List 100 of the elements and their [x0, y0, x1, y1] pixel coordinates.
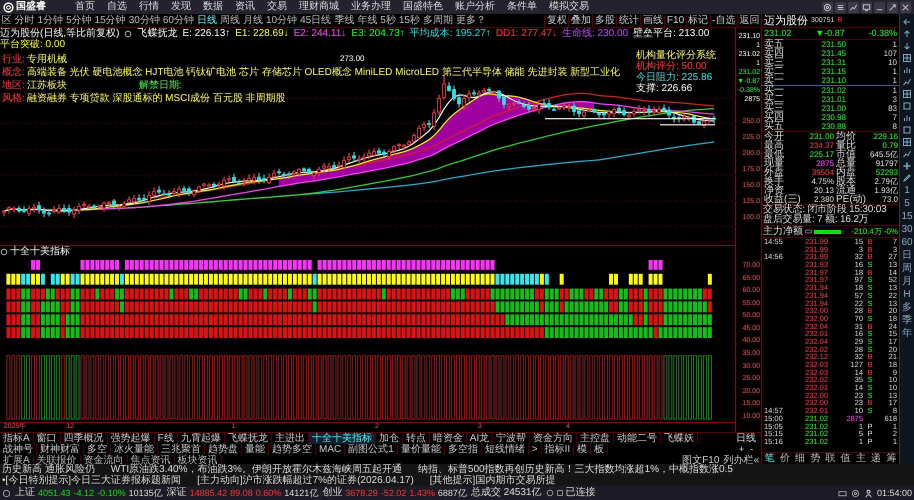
close-icon[interactable] — [901, 2, 910, 12]
panel-tab[interactable]: 联 — [825, 453, 836, 464]
period-shortcut[interactable]: 日 — [902, 250, 912, 261]
period-shortcut[interactable]: 月 — [902, 276, 912, 287]
zoom-in-button[interactable]: + — [738, 444, 744, 454]
news-item[interactable]: [主力动向]沪市涨跌幅超过7%的证券(2026.04.17) — [197, 475, 414, 486]
toolbar-button[interactable]: 叠加 — [568, 14, 592, 26]
period-tab[interactable]: 30分钟 — [127, 14, 162, 26]
period-label[interactable]: 日线 — [736, 433, 756, 444]
panel-tab[interactable]: 价 — [780, 453, 790, 464]
period-tab[interactable]: 15秒 — [397, 14, 422, 26]
indicator-tab[interactable]: 趋势多空 — [269, 444, 316, 455]
news-item[interactable]: WTI原油跌3.40%，布油跌3%。伊朗开放霍尔木兹海峡周五起开通 — [110, 464, 402, 475]
indicator-tab[interactable]: 多空指 — [444, 444, 482, 455]
square-icon[interactable] — [902, 125, 912, 135]
grid-icon[interactable] — [902, 89, 912, 99]
indicator-tab[interactable]: 量价量能 — [398, 444, 445, 455]
arrow-down-icon[interactable] — [902, 41, 912, 51]
indicator-tab[interactable]: 资金方向 — [530, 433, 578, 444]
person-icon[interactable] — [864, 488, 873, 498]
indicator-tab[interactable]: 多空 — [84, 444, 111, 455]
toolbar-button[interactable]: 复权 — [544, 14, 568, 26]
indicator-tab[interactable]: 飞蝶妖 — [661, 433, 698, 444]
indicator-tab[interactable]: 指标II — [542, 444, 574, 455]
toolbar-button[interactable]: 多股 — [592, 14, 616, 26]
menu-item[interactable]: 发现 — [165, 1, 197, 13]
period-tab[interactable]: 更多？ — [454, 14, 488, 26]
period-shortcut[interactable]: 5 — [904, 198, 910, 209]
panel-tab[interactable]: 主 — [856, 453, 866, 464]
line-chart-icon[interactable] — [849, 2, 858, 12]
panel-tab[interactable]: 递 — [871, 453, 882, 464]
menu-item[interactable]: 条件单 — [501, 1, 543, 13]
period-shortcut[interactable]: 多 — [902, 302, 912, 313]
line-chart-icon[interactable] — [902, 149, 912, 159]
panel-link[interactable]: 列办栏« — [723, 455, 759, 466]
indicator-tab[interactable]: 十全十美指标 — [308, 433, 376, 444]
grid-icon[interactable] — [902, 137, 912, 147]
indicator-tab[interactable]: 量能 — [242, 444, 269, 455]
menu-item[interactable]: 国盛特色 — [397, 1, 449, 13]
indicator-tab[interactable]: 暗资金 — [430, 433, 467, 444]
indicator-tab[interactable]: 趋势盘 — [205, 444, 242, 455]
period-shortcut[interactable]: 30 — [901, 224, 913, 235]
period-tab[interactable]: 区 — [0, 14, 13, 26]
menu-item[interactable]: 自选 — [101, 1, 133, 13]
indicator-tab[interactable]: 指标A — [0, 433, 34, 444]
period-tab[interactable]: 1分钟 — [36, 14, 65, 26]
indicator-tab[interactable]: 四季概况 — [60, 433, 108, 444]
menu-item[interactable]: 行情 — [133, 1, 165, 13]
panel-tab[interactable]: 细 — [795, 453, 806, 464]
panel-tab[interactable]: 筹 — [886, 453, 896, 464]
period-tab[interactable]: 分时 — [13, 14, 36, 26]
indicator-tab[interactable]: F线 — [154, 433, 178, 444]
indicator-tab[interactable]: 宁波帮 — [493, 433, 530, 444]
indicator-tab[interactable]: 模 — [574, 444, 592, 455]
indicator-tab[interactable]: 板 — [591, 444, 608, 455]
period-tab[interactable]: 5秒 — [378, 14, 398, 26]
panel-tab[interactable]: 值 — [840, 453, 851, 464]
keyboard-icon[interactable] — [838, 488, 847, 498]
period-tab[interactable]: 月线 — [242, 14, 264, 26]
indicator-tab[interactable]: 战神号 — [0, 444, 37, 455]
settings-icon[interactable] — [850, 488, 860, 498]
indicator-tab[interactable]: 强势起爆 — [108, 433, 155, 444]
indicator-tab[interactable]: 九霄起爆 — [178, 433, 225, 444]
panel-tab[interactable]: 笔 — [764, 453, 775, 464]
indicator-tab[interactable]: 主控盘 — [577, 433, 614, 444]
toolbar-button[interactable]: 标记 — [686, 14, 710, 26]
news-item[interactable]: •[今日特别提示]今日三大证券报标题新闻 — [2, 475, 182, 486]
indicator-tab[interactable]: 三兆聚首 — [158, 444, 205, 455]
indicator-tab[interactable]: > — [528, 444, 542, 455]
toolbar-button[interactable]: F10 — [664, 14, 686, 26]
indicator-tab[interactable]: AI龙 — [466, 433, 494, 444]
period-tab[interactable]: 年线 — [356, 14, 379, 26]
period-shortcut[interactable]: H — [903, 289, 911, 300]
indicator-tab[interactable]: 转点 — [402, 433, 430, 444]
indicator-tab[interactable]: 飞蝶抚龙 — [224, 433, 272, 444]
period-tab[interactable]: 日线 — [196, 14, 218, 26]
bar-chart-icon[interactable] — [902, 65, 912, 75]
indicator-tab[interactable]: 财神财富 — [37, 444, 84, 455]
toolbar-button[interactable]: 返回 — [737, 14, 761, 26]
period-tab[interactable]: 季线 — [332, 14, 356, 26]
plus-icon[interactable] — [902, 161, 912, 171]
maximize-icon[interactable] — [888, 2, 897, 12]
indicator-name[interactable]: 飞蝶抚龙 — [137, 28, 178, 39]
menu-item[interactable]: 账户分析 — [449, 1, 501, 13]
period-tab[interactable]: 5分钟 — [64, 14, 94, 26]
menu-icon[interactable] — [836, 2, 845, 12]
period-tab[interactable]: 60分钟 — [161, 14, 196, 26]
menu-item[interactable]: 模拟交易 — [543, 1, 595, 13]
settings-icon[interactable] — [823, 2, 832, 12]
line-chart-icon[interactable] — [902, 77, 912, 87]
panel-tab[interactable]: 势 — [810, 453, 820, 464]
period-shortcut[interactable]: 15 — [901, 211, 913, 222]
indicator-tab[interactable]: 短线情绪 — [482, 444, 529, 455]
news-item[interactable]: 历史新高 通胀风险仍 — [2, 464, 95, 475]
period-shortcut[interactable]: 1 — [904, 185, 910, 196]
menu-item[interactable]: 数据 — [197, 1, 229, 13]
indicator-tab[interactable]: 冰火量能 — [111, 444, 158, 455]
grid-icon[interactable] — [902, 53, 912, 63]
period-shortcut[interactable]: 周 — [902, 263, 912, 274]
monitor-icon[interactable] — [862, 2, 871, 12]
